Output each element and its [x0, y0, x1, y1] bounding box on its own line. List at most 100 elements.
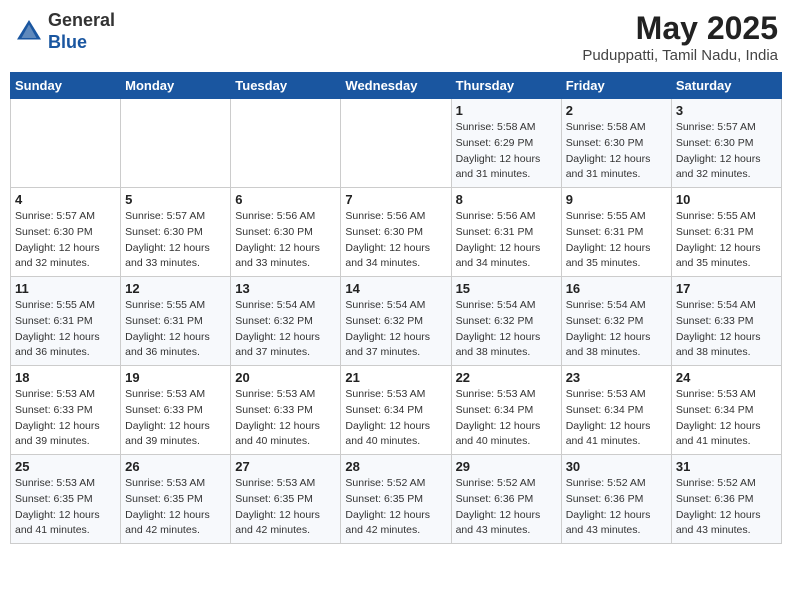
- title-block: May 2025 Puduppatti, Tamil Nadu, India: [582, 10, 778, 64]
- calendar-cell: 1 Sunrise: 5:58 AM Sunset: 6:29 PM Daylig…: [451, 99, 561, 188]
- logo: General Blue: [14, 10, 115, 53]
- day-number: 31: [676, 459, 777, 474]
- calendar-cell: 4 Sunrise: 5:57 AM Sunset: 6:30 PM Daylig…: [11, 188, 121, 277]
- calendar-cell: 29 Sunrise: 5:52 AM Sunset: 6:36 PM Dayli…: [451, 455, 561, 544]
- day-number: 28: [345, 459, 446, 474]
- day-info: Sunrise: 5:53 AM Sunset: 6:35 PM Dayligh…: [125, 476, 226, 539]
- calendar-table: SundayMondayTuesdayWednesdayThursdayFrid…: [10, 72, 782, 544]
- calendar-cell: [341, 99, 451, 188]
- calendar-header: SundayMondayTuesdayWednesdayThursdayFrid…: [11, 73, 782, 99]
- calendar-cell: 20 Sunrise: 5:53 AM Sunset: 6:33 PM Dayli…: [231, 366, 341, 455]
- day-info: Sunrise: 5:54 AM Sunset: 6:32 PM Dayligh…: [456, 298, 557, 361]
- day-info: Sunrise: 5:54 AM Sunset: 6:33 PM Dayligh…: [676, 298, 777, 361]
- day-number: 11: [15, 281, 116, 296]
- day-number: 15: [456, 281, 557, 296]
- day-info: Sunrise: 5:56 AM Sunset: 6:31 PM Dayligh…: [456, 209, 557, 272]
- calendar-cell: 3Sunrise: 5:57 AM Sunset: 6:30 PM Daylig…: [671, 99, 781, 188]
- day-number: 23: [566, 370, 667, 385]
- day-info: Sunrise: 5:57 AM Sunset: 6:30 PM Dayligh…: [15, 209, 116, 272]
- day-info: Sunrise: 5:58 AM Sunset: 6:30 PM Dayligh…: [566, 120, 667, 183]
- calendar-week-0: 1 Sunrise: 5:58 AM Sunset: 6:29 PM Daylig…: [11, 99, 782, 188]
- calendar-cell: 22 Sunrise: 5:53 AM Sunset: 6:34 PM Dayli…: [451, 366, 561, 455]
- calendar-cell: 6Sunrise: 5:56 AM Sunset: 6:30 PM Daylig…: [231, 188, 341, 277]
- calendar-cell: 16Sunrise: 5:54 AM Sunset: 6:32 PM Dayli…: [561, 277, 671, 366]
- day-number: 21: [345, 370, 446, 385]
- day-info: Sunrise: 5:58 AM Sunset: 6:29 PM Dayligh…: [456, 120, 557, 183]
- calendar-week-3: 18 Sunrise: 5:53 AM Sunset: 6:33 PM Dayli…: [11, 366, 782, 455]
- day-info: Sunrise: 5:53 AM Sunset: 6:35 PM Dayligh…: [235, 476, 336, 539]
- day-info: Sunrise: 5:52 AM Sunset: 6:36 PM Dayligh…: [456, 476, 557, 539]
- logo-general: General: [48, 10, 115, 30]
- day-number: 29: [456, 459, 557, 474]
- day-number: 1: [456, 103, 557, 118]
- day-number: 27: [235, 459, 336, 474]
- calendar-cell: 18 Sunrise: 5:53 AM Sunset: 6:33 PM Dayli…: [11, 366, 121, 455]
- day-info: Sunrise: 5:53 AM Sunset: 6:33 PM Dayligh…: [15, 387, 116, 450]
- day-info: Sunrise: 5:56 AM Sunset: 6:30 PM Dayligh…: [235, 209, 336, 272]
- day-number: 9: [566, 192, 667, 207]
- calendar-cell: 7 Sunrise: 5:56 AM Sunset: 6:30 PM Daylig…: [341, 188, 451, 277]
- day-number: 19: [125, 370, 226, 385]
- day-info: Sunrise: 5:53 AM Sunset: 6:34 PM Dayligh…: [345, 387, 446, 450]
- calendar-cell: 19 Sunrise: 5:53 AM Sunset: 6:33 PM Dayli…: [121, 366, 231, 455]
- day-number: 30: [566, 459, 667, 474]
- day-number: 3: [676, 103, 777, 118]
- day-number: 25: [15, 459, 116, 474]
- day-number: 5: [125, 192, 226, 207]
- day-info: Sunrise: 5:53 AM Sunset: 6:33 PM Dayligh…: [235, 387, 336, 450]
- calendar-cell: 14 Sunrise: 5:54 AM Sunset: 6:32 PM Dayli…: [341, 277, 451, 366]
- day-info: Sunrise: 5:52 AM Sunset: 6:36 PM Dayligh…: [676, 476, 777, 539]
- day-number: 2: [566, 103, 667, 118]
- day-number: 8: [456, 192, 557, 207]
- header-day-saturday: Saturday: [671, 73, 781, 99]
- calendar-cell: 31 Sunrise: 5:52 AM Sunset: 6:36 PM Dayli…: [671, 455, 781, 544]
- header-day-wednesday: Wednesday: [341, 73, 451, 99]
- header-day-thursday: Thursday: [451, 73, 561, 99]
- calendar-week-1: 4 Sunrise: 5:57 AM Sunset: 6:30 PM Daylig…: [11, 188, 782, 277]
- calendar-cell: 25 Sunrise: 5:53 AM Sunset: 6:35 PM Dayli…: [11, 455, 121, 544]
- calendar-cell: [231, 99, 341, 188]
- calendar-cell: 30Sunrise: 5:52 AM Sunset: 6:36 PM Dayli…: [561, 455, 671, 544]
- header-day-monday: Monday: [121, 73, 231, 99]
- day-number: 4: [15, 192, 116, 207]
- day-number: 22: [456, 370, 557, 385]
- calendar-body: 1 Sunrise: 5:58 AM Sunset: 6:29 PM Daylig…: [11, 99, 782, 544]
- day-info: Sunrise: 5:55 AM Sunset: 6:31 PM Dayligh…: [125, 298, 226, 361]
- calendar-cell: [121, 99, 231, 188]
- logo-text: General Blue: [48, 10, 115, 53]
- calendar-cell: 26 Sunrise: 5:53 AM Sunset: 6:35 PM Dayli…: [121, 455, 231, 544]
- day-number: 13: [235, 281, 336, 296]
- calendar-cell: 17 Sunrise: 5:54 AM Sunset: 6:33 PM Dayli…: [671, 277, 781, 366]
- day-number: 14: [345, 281, 446, 296]
- page-header: General Blue May 2025 Puduppatti, Tamil …: [10, 10, 782, 64]
- calendar-cell: 13 Sunrise: 5:54 AM Sunset: 6:32 PM Dayli…: [231, 277, 341, 366]
- calendar-week-4: 25 Sunrise: 5:53 AM Sunset: 6:35 PM Dayli…: [11, 455, 782, 544]
- day-info: Sunrise: 5:53 AM Sunset: 6:34 PM Dayligh…: [456, 387, 557, 450]
- day-info: Sunrise: 5:55 AM Sunset: 6:31 PM Dayligh…: [566, 209, 667, 272]
- day-number: 17: [676, 281, 777, 296]
- day-info: Sunrise: 5:55 AM Sunset: 6:31 PM Dayligh…: [15, 298, 116, 361]
- day-info: Sunrise: 5:52 AM Sunset: 6:35 PM Dayligh…: [345, 476, 446, 539]
- day-number: 20: [235, 370, 336, 385]
- day-info: Sunrise: 5:55 AM Sunset: 6:31 PM Dayligh…: [676, 209, 777, 272]
- day-number: 7: [345, 192, 446, 207]
- calendar-cell: 28 Sunrise: 5:52 AM Sunset: 6:35 PM Dayli…: [341, 455, 451, 544]
- day-info: Sunrise: 5:53 AM Sunset: 6:35 PM Dayligh…: [15, 476, 116, 539]
- day-info: Sunrise: 5:54 AM Sunset: 6:32 PM Dayligh…: [345, 298, 446, 361]
- header-row: SundayMondayTuesdayWednesdayThursdayFrid…: [11, 73, 782, 99]
- calendar-cell: 23 Sunrise: 5:53 AM Sunset: 6:34 PM Dayli…: [561, 366, 671, 455]
- day-info: Sunrise: 5:53 AM Sunset: 6:34 PM Dayligh…: [566, 387, 667, 450]
- day-number: 26: [125, 459, 226, 474]
- day-info: Sunrise: 5:54 AM Sunset: 6:32 PM Dayligh…: [566, 298, 667, 361]
- calendar-cell: 11 Sunrise: 5:55 AM Sunset: 6:31 PM Dayli…: [11, 277, 121, 366]
- day-info: Sunrise: 5:56 AM Sunset: 6:30 PM Dayligh…: [345, 209, 446, 272]
- day-number: 12: [125, 281, 226, 296]
- day-info: Sunrise: 5:53 AM Sunset: 6:34 PM Dayligh…: [676, 387, 777, 450]
- day-number: 18: [15, 370, 116, 385]
- day-info: Sunrise: 5:54 AM Sunset: 6:32 PM Dayligh…: [235, 298, 336, 361]
- calendar-cell: 27 Sunrise: 5:53 AM Sunset: 6:35 PM Dayli…: [231, 455, 341, 544]
- calendar-cell: 21 Sunrise: 5:53 AM Sunset: 6:34 PM Dayli…: [341, 366, 451, 455]
- day-info: Sunrise: 5:57 AM Sunset: 6:30 PM Dayligh…: [125, 209, 226, 272]
- day-info: Sunrise: 5:53 AM Sunset: 6:33 PM Dayligh…: [125, 387, 226, 450]
- day-number: 24: [676, 370, 777, 385]
